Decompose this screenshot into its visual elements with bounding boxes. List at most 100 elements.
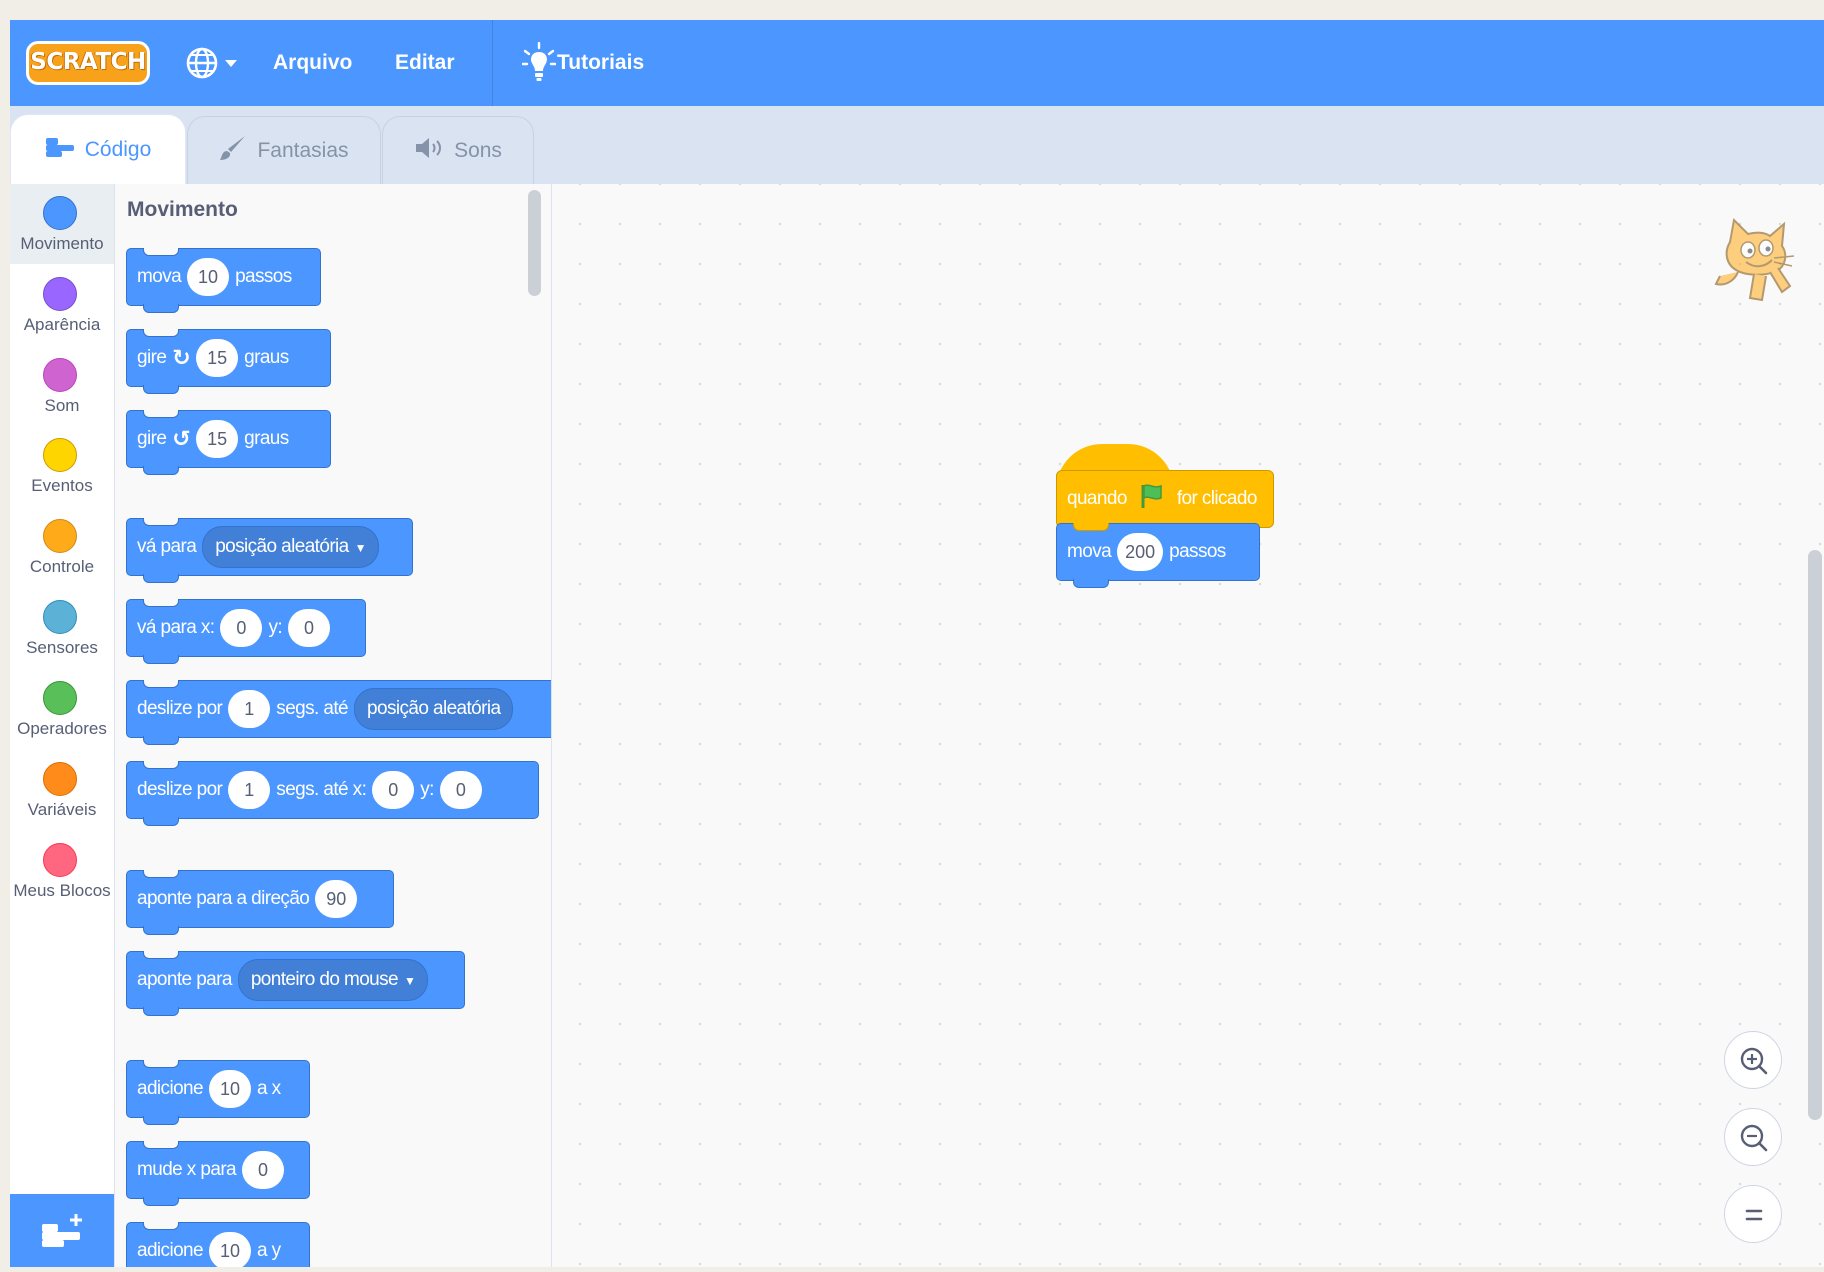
- block-input[interactable]: 10: [187, 258, 230, 296]
- editor-tabs: Código Fantasias Sons: [10, 106, 1824, 184]
- chevron-down-icon: ▼: [404, 974, 416, 988]
- lightbulb-icon[interactable]: [521, 41, 557, 82]
- menu-divider: [492, 20, 493, 106]
- block-input[interactable]: 0: [242, 1151, 285, 1189]
- category-dot: [43, 438, 77, 472]
- tab-costumes[interactable]: Fantasias: [187, 116, 381, 184]
- block-turn-right[interactable]: gire ↻ 15 graus: [126, 329, 331, 394]
- category-sound[interactable]: Som: [10, 346, 114, 426]
- block-input[interactable]: 10: [208, 1070, 251, 1108]
- block-glide-to[interactable]: deslize por 1 segs. até posição aleatóri…: [126, 680, 551, 745]
- block-change-y[interactable]: adicione 10 a y: [126, 1222, 310, 1267]
- block-move-steps[interactable]: mova 200 passos: [1056, 523, 1260, 588]
- category-control[interactable]: Controle: [10, 507, 114, 587]
- category-label: Operadores: [17, 719, 107, 738]
- block-text: deslize por: [137, 698, 223, 719]
- block-text: graus: [244, 428, 289, 449]
- category-label: Sensores: [26, 638, 98, 657]
- block-input[interactable]: 1: [228, 690, 271, 728]
- category-variables[interactable]: Variáveis: [10, 750, 114, 830]
- category-menu: Movimento Aparência Som Eventos Controle…: [10, 184, 115, 1267]
- block-text: gire: [137, 347, 167, 368]
- zoom-out-icon: [1740, 1124, 1768, 1152]
- category-looks[interactable]: Aparência: [10, 265, 114, 345]
- category-dot: [43, 762, 77, 796]
- block-input[interactable]: 1: [228, 771, 271, 809]
- palette-title: Movimento: [127, 198, 238, 221]
- block-dropdown[interactable]: posição aleatória: [354, 688, 514, 730]
- menu-edit[interactable]: Editar: [395, 20, 455, 106]
- tab-sounds-label: Sons: [454, 138, 502, 162]
- block-go-to[interactable]: vá para posição aleatória ▼: [126, 518, 413, 583]
- block-text: passos: [1169, 541, 1226, 562]
- block-input[interactable]: 0: [288, 609, 331, 647]
- block-input[interactable]: 15: [196, 420, 239, 458]
- tab-costumes-label: Fantasias: [257, 138, 349, 162]
- block-when-flag-clicked[interactable]: quando for clicado: [1056, 470, 1274, 528]
- block-text: a x: [256, 1078, 281, 1099]
- category-events[interactable]: Eventos: [10, 426, 114, 506]
- block-text: mude x para: [137, 1159, 237, 1180]
- block-text: for clicado: [1176, 488, 1258, 509]
- tab-sounds[interactable]: Sons: [382, 116, 534, 184]
- tab-code-label: Código: [84, 137, 152, 161]
- block-text: deslize por: [137, 779, 223, 800]
- script-area[interactable]: [552, 184, 1824, 1267]
- block-text: mova: [1067, 541, 1112, 562]
- menu-tutorials[interactable]: Tutoriais: [557, 20, 644, 106]
- category-my-blocks[interactable]: Meus Blocos: [10, 831, 114, 911]
- zoom-reset-button[interactable]: [1724, 1185, 1782, 1243]
- category-dot: [43, 358, 77, 392]
- green-flag-icon: [1139, 483, 1165, 515]
- category-label: Variáveis: [27, 800, 97, 819]
- globe-icon[interactable]: [185, 44, 245, 82]
- menu-file[interactable]: Arquivo: [273, 20, 352, 106]
- category-dot: [43, 196, 77, 230]
- block-go-to-xy[interactable]: vá para x: 0 y: 0: [126, 599, 366, 664]
- sprite-cat-icon: [1708, 214, 1798, 306]
- rotate-right-icon: ↻: [172, 345, 191, 370]
- block-point-towards[interactable]: aponte para ponteiro do mouse ▼: [126, 951, 465, 1016]
- block-turn-left[interactable]: gire ↺ 15 graus: [126, 410, 331, 475]
- category-label: Controle: [29, 557, 95, 576]
- category-label: Meus Blocos: [13, 881, 111, 900]
- scratch-logo[interactable]: SCRATCH: [26, 41, 150, 85]
- category-operators[interactable]: Operadores: [10, 669, 114, 749]
- zoom-out-button[interactable]: [1724, 1108, 1782, 1166]
- block-text: a y: [256, 1240, 281, 1261]
- block-input[interactable]: 10: [208, 1232, 251, 1267]
- menu-bar: SCRATCH Arquivo Editar Tutoriais: [10, 20, 1824, 106]
- palette-scrollbar[interactable]: [528, 190, 541, 296]
- block-glide-xy[interactable]: deslize por 1 segs. até x: 0 y: 0: [126, 761, 539, 826]
- block-text: y:: [268, 617, 283, 638]
- block-input[interactable]: 0: [220, 609, 263, 647]
- category-sensing[interactable]: Sensores: [10, 588, 114, 668]
- paintbrush-icon: [219, 134, 247, 168]
- block-set-x[interactable]: mude x para 0: [126, 1141, 310, 1206]
- category-dot: [43, 519, 77, 553]
- block-text: passos: [235, 266, 292, 287]
- block-text: adicione: [137, 1240, 204, 1261]
- block-input[interactable]: 0: [439, 771, 482, 809]
- block-point-direction[interactable]: aponte para a direção 90: [126, 870, 394, 935]
- tab-code[interactable]: Código: [10, 114, 186, 184]
- speaker-icon: [414, 137, 444, 165]
- add-extension-icon: [42, 1214, 82, 1247]
- block-input[interactable]: 0: [372, 771, 415, 809]
- zoom-in-button[interactable]: [1724, 1031, 1782, 1089]
- block-input[interactable]: 90: [315, 880, 358, 918]
- block-dropdown[interactable]: posição aleatória ▼: [202, 526, 379, 568]
- script-area-scrollbar[interactable]: [1808, 550, 1822, 1120]
- block-dropdown[interactable]: ponteiro do mouse ▼: [237, 959, 429, 1001]
- block-change-x[interactable]: adicione 10 a x: [126, 1060, 310, 1125]
- block-move-steps[interactable]: mova 10 passos: [126, 248, 321, 313]
- block-input[interactable]: 15: [196, 339, 239, 377]
- block-text: mova: [137, 266, 182, 287]
- category-motion[interactable]: Movimento: [10, 184, 114, 264]
- block-text: segs. até x:: [276, 779, 367, 800]
- add-extension-button[interactable]: [10, 1194, 114, 1267]
- block-input[interactable]: 200: [1117, 533, 1164, 571]
- category-label: Aparência: [23, 315, 101, 334]
- category-dot: [43, 681, 77, 715]
- category-label: Eventos: [31, 476, 93, 495]
